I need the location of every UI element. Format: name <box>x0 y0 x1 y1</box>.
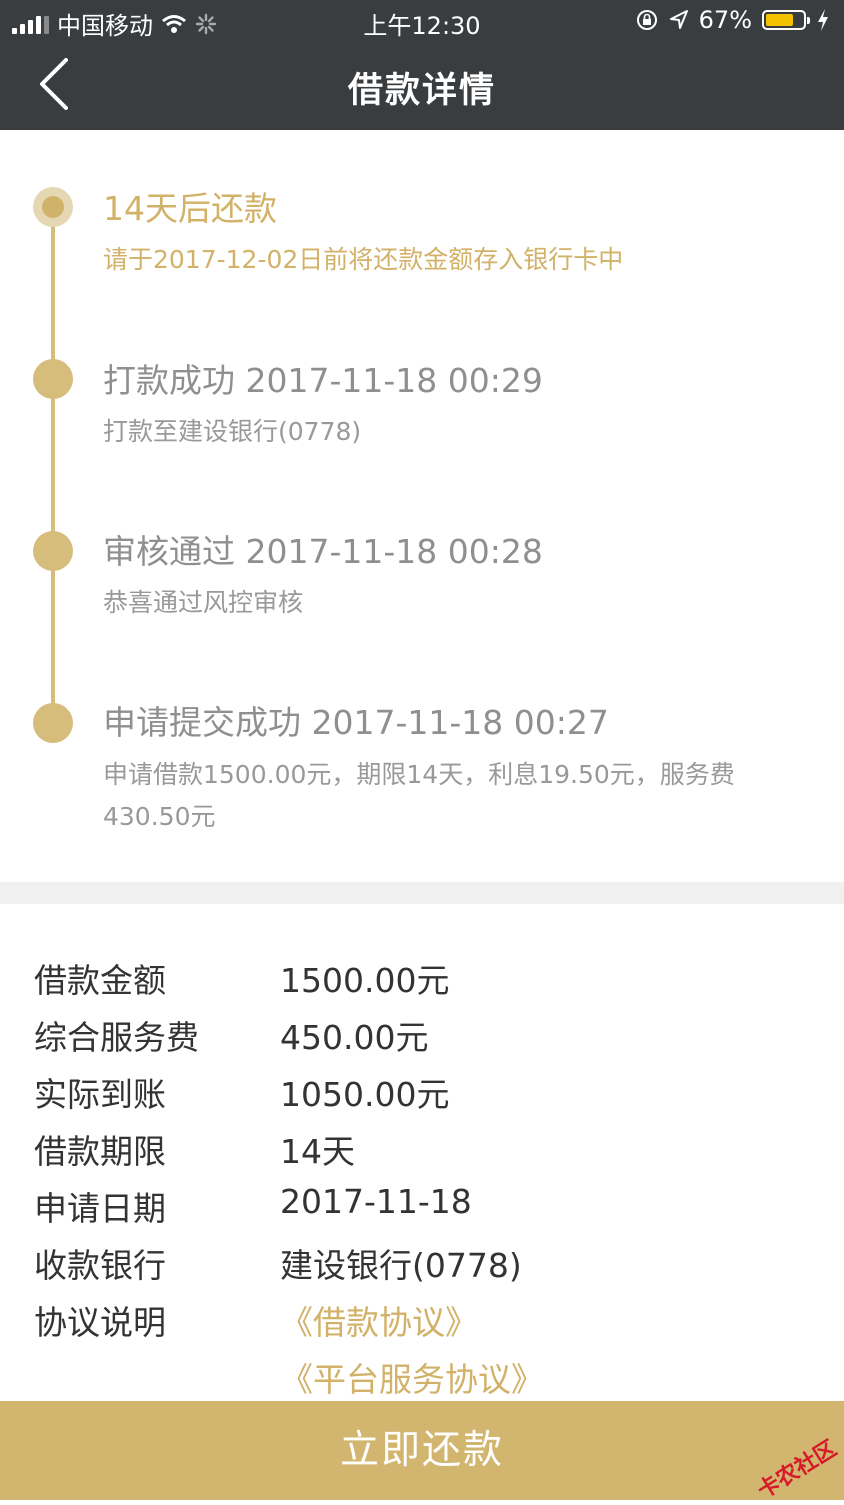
detail-label: 申请日期 <box>34 1189 166 1228</box>
timeline-subtitle: 恭喜通过风控审核 <box>103 588 304 617</box>
detail-label: 协议说明 <box>34 1303 166 1342</box>
detail-label: 收款银行 <box>34 1246 166 1285</box>
timeline-subtitle: 打款至建设银行(0778) <box>103 417 362 446</box>
detail-label: 综合服务费 <box>34 1018 199 1057</box>
detail-value: 14天 <box>280 1132 355 1171</box>
detail-label: 借款金额 <box>34 961 166 1000</box>
app-header: 中国移动 上午12:30 67% 借款详情 <box>0 0 844 130</box>
detail-value: 建设银行(0778) <box>280 1246 522 1285</box>
loan-timeline: 14天后还款 请于2017-12-02日前将还款金额存入银行卡中 打款成功 20… <box>0 130 844 882</box>
location-icon <box>669 10 688 29</box>
timeline-dot <box>33 703 73 743</box>
timeline-subtitle: 请于2017-12-02日前将还款金额存入银行卡中 <box>103 245 624 274</box>
timeline-line <box>51 220 55 740</box>
detail-label: 借款期限 <box>34 1132 166 1171</box>
detail-label: 实际到账 <box>34 1075 166 1114</box>
timeline-title: 打款成功 2017-11-18 00:29 <box>103 361 543 400</box>
timeline-title: 申请提交成功 2017-11-18 00:27 <box>103 703 609 742</box>
timeline-title: 审核通过 2017-11-18 00:28 <box>103 532 543 571</box>
detail-value: 1050.00元 <box>280 1075 450 1114</box>
detail-value: 450.00元 <box>280 1018 429 1057</box>
battery-icon <box>762 10 810 30</box>
timeline-title: 14天后还款 <box>103 189 277 228</box>
battery-percent: 67% <box>698 6 752 34</box>
status-bar: 中国移动 上午12:30 67% <box>0 0 844 44</box>
rotation-lock-icon <box>636 10 657 30</box>
timeline-dot <box>33 531 73 571</box>
section-divider <box>0 882 844 904</box>
timeline-dot-active <box>33 187 73 227</box>
detail-value: 2017-11-18 <box>280 1182 472 1221</box>
timeline-subtitle: 申请借款1500.00元，期限14天，利息19.50元，服务费430.50元 <box>103 760 735 831</box>
platform-agreement-link[interactable]: 《平台服务协议》 <box>280 1353 544 1401</box>
loan-agreement-link[interactable]: 《借款协议》 <box>280 1296 478 1344</box>
charging-icon <box>818 9 828 31</box>
timeline-dot <box>33 359 73 399</box>
page-title: 借款详情 <box>347 71 496 111</box>
repay-now-button[interactable]: 立即还款 <box>0 1401 844 1500</box>
detail-value: 1500.00元 <box>280 961 450 1000</box>
